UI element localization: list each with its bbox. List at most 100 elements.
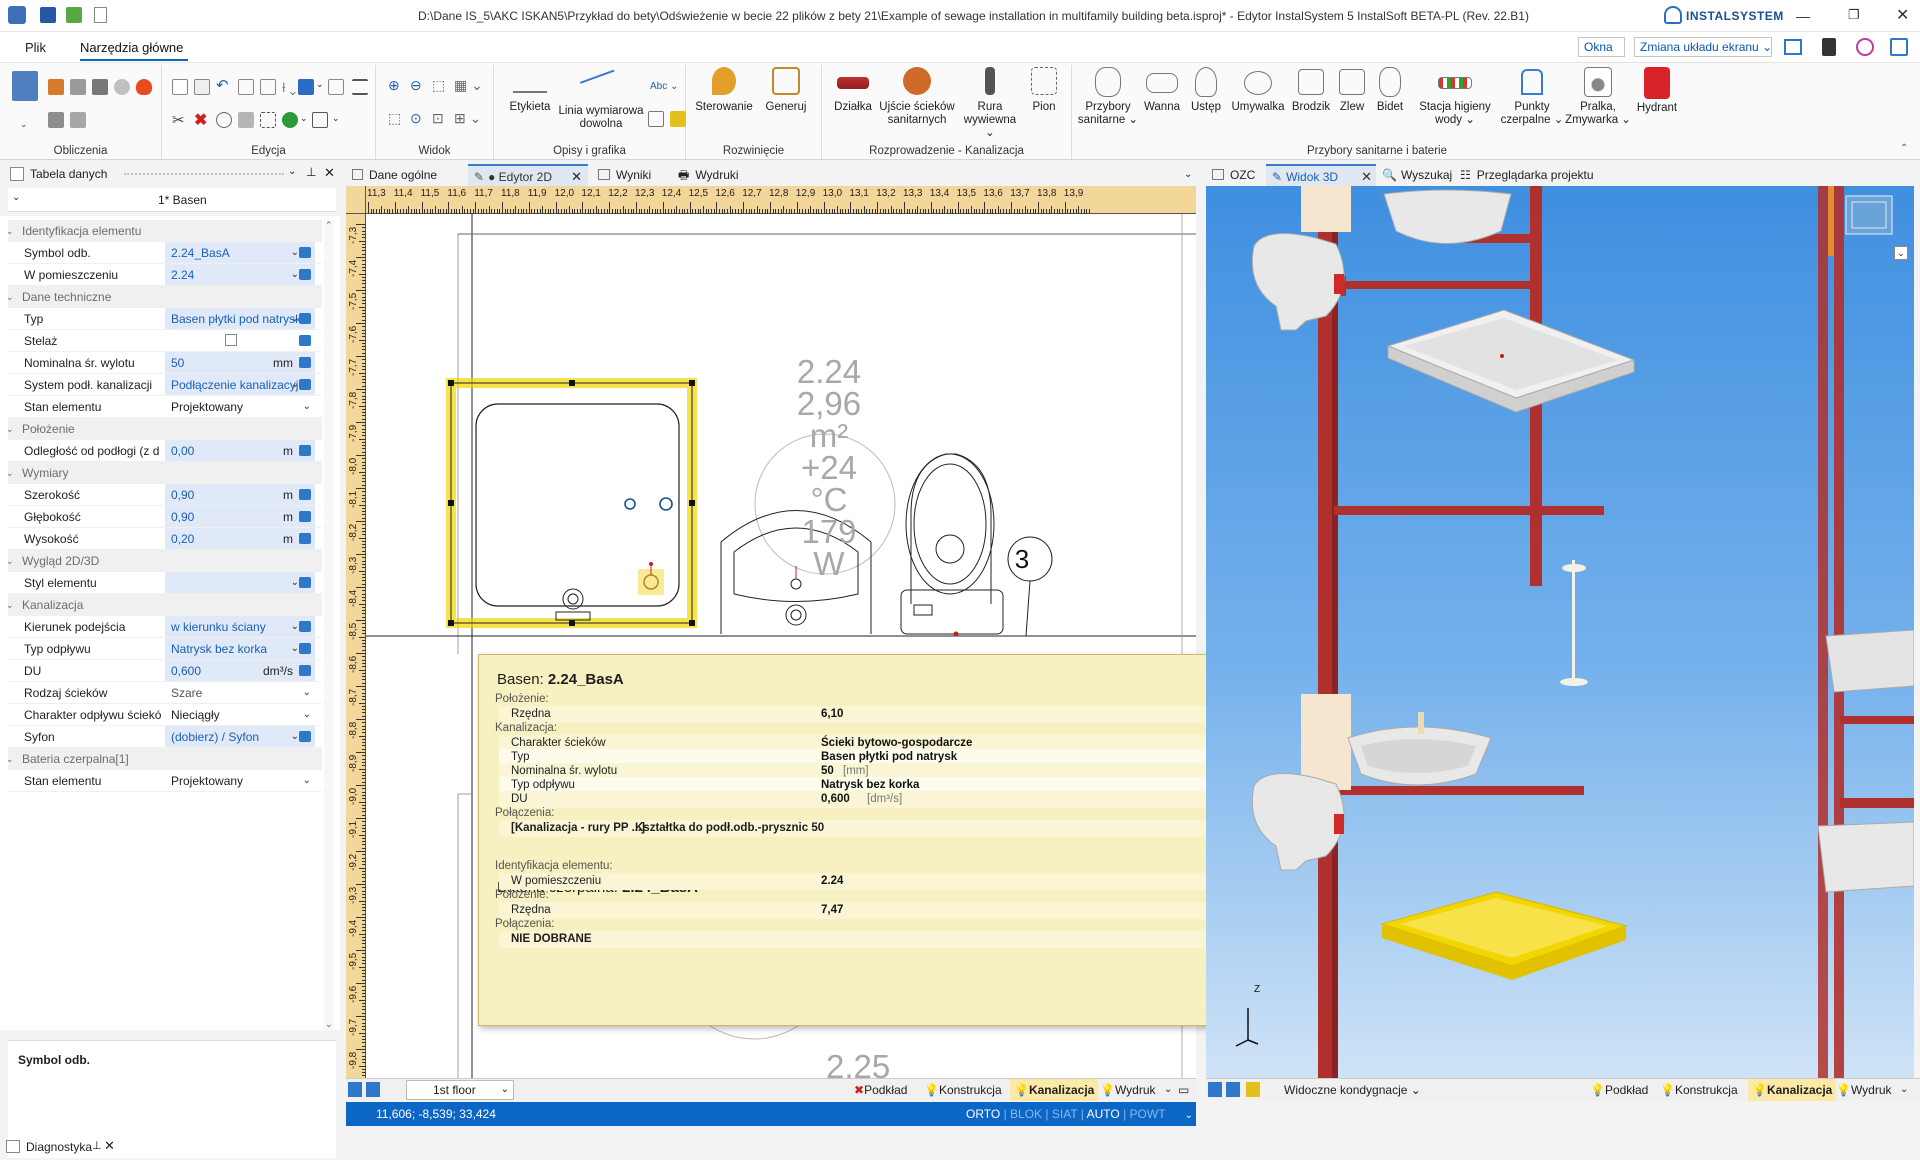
zoom-all-icon[interactable]: ▦ ⌄	[454, 77, 483, 94]
zoom-extent-icon[interactable]: ⊡	[432, 110, 444, 127]
windows-dropdown[interactable]: Okna ⌄	[1578, 37, 1625, 72]
move-up-icon[interactable]	[298, 79, 314, 95]
property-category[interactable]: ⌄ Identyfikacja elementu	[6, 220, 322, 242]
przybory-button[interactable]: Przybory sanitarne ⌄	[1076, 67, 1140, 127]
property-row[interactable]: Wysokość 0,20 m	[8, 528, 322, 550]
edit-icon[interactable]	[299, 731, 311, 742]
linia-wymiarowa-button[interactable]: Linia wymiarowa dowolna	[548, 67, 654, 131]
property-row[interactable]: Odległość od podłogi (z d 0,00 m	[8, 440, 322, 462]
lines-icon[interactable]	[352, 79, 368, 95]
chevron-down-icon[interactable]: ⌄	[291, 726, 299, 747]
mode-auto[interactable]: AUTO	[1087, 1107, 1120, 1121]
layer-konstrukcja[interactable]: 💡Konstrukcja	[924, 1079, 1002, 1101]
property-category[interactable]: ⌄ Dane techniczne	[6, 286, 322, 308]
property-value[interactable]: 0,00 m	[165, 440, 315, 461]
floor-down-icon[interactable]	[366, 1082, 380, 1097]
floor-up-icon[interactable]	[348, 1082, 362, 1097]
property-value[interactable]: 2.24 ⌄	[165, 264, 315, 285]
text-icon[interactable]	[328, 79, 344, 95]
layer-podklad[interactable]: ✖Podkład	[854, 1079, 907, 1101]
floor-up-icon[interactable]	[1208, 1082, 1222, 1097]
stacja-higieny-button[interactable]: Stacja higieny wody ⌄	[1410, 67, 1500, 127]
property-value[interactable]: w kierunku ściany ⌄	[165, 616, 315, 637]
delete-icon[interactable]: ✖	[194, 110, 207, 130]
property-value[interactable]: Nieciągły ⌄	[165, 704, 315, 725]
property-row[interactable]: Kierunek podejścia w kierunku ściany ⌄	[8, 616, 322, 638]
chevron-down-icon[interactable]: ⌄	[303, 770, 311, 791]
layout-icon[interactable]	[238, 79, 254, 95]
mode-powt[interactable]: POWT	[1130, 1107, 1166, 1121]
panel-menu-icon[interactable]: ⌄	[288, 166, 296, 177]
layers-dropdown-icon[interactable]: ⌄	[1164, 1079, 1172, 1101]
tab-edytor-2d[interactable]: ✎ ● Edytor 2D ✕	[468, 164, 588, 186]
property-row[interactable]: Syfon (dobierz) / Syfon ⌄	[8, 726, 322, 748]
zoom-in-icon[interactable]: ⊕	[388, 77, 400, 94]
view-options-icon[interactable]: ⊞ ⌄	[454, 110, 481, 127]
ujscie-button[interactable]: Ujście ścieków sanitarnych	[874, 67, 960, 127]
edit-icon[interactable]	[299, 643, 311, 654]
property-value[interactable]: Natrysk bez korka ⌄	[165, 638, 315, 659]
layer-kanalizacja[interactable]: 💡Kanalizacja	[1010, 1079, 1099, 1101]
close-button[interactable]: ✕	[1896, 5, 1909, 25]
property-value[interactable]: Podłączenie kanalizacyj ⌄	[165, 374, 315, 395]
toilet-symbol[interactable]	[910, 453, 992, 604]
property-row[interactable]: Stelaż	[8, 330, 322, 352]
calc-pipe-icon[interactable]	[92, 79, 108, 95]
edit-icon[interactable]	[299, 335, 311, 346]
paste-icon[interactable]	[194, 79, 210, 95]
zlew-button[interactable]: Zlew	[1334, 67, 1370, 114]
chevron-down-icon[interactable]: ⌄	[303, 704, 311, 725]
wanna-button[interactable]: Wanna	[1140, 67, 1184, 114]
chevron-down-icon[interactable]: ⌄	[303, 396, 311, 417]
chevron-down-icon[interactable]: ⌄	[291, 242, 299, 263]
property-category[interactable]: ⌄ Wymiary	[6, 462, 322, 484]
pralka-button[interactable]: Pralka, Zmywarka ⌄	[1564, 67, 1632, 127]
bidet-button[interactable]: Bidet	[1370, 67, 1410, 114]
layer-wydruk[interactable]: 💡Wydruk	[1100, 1079, 1156, 1101]
generuj-button[interactable]: Generuj	[756, 67, 816, 114]
property-category[interactable]: ⌄ Bateria czerpalna[1]	[6, 748, 322, 770]
help-icon[interactable]	[1890, 38, 1908, 56]
rotate-icon[interactable]	[216, 112, 232, 128]
restore-button[interactable]: ❐	[1848, 7, 1860, 23]
view3d-canvas[interactable]: Z ⌄	[1206, 186, 1914, 1078]
property-value[interactable]: (dobierz) / Syfon ⌄	[165, 726, 315, 747]
property-value[interactable]: 50 mm	[165, 352, 315, 373]
close-icon[interactable]: ✕	[104, 1138, 115, 1154]
refresh-icon[interactable]	[66, 7, 82, 23]
new-file-icon[interactable]	[94, 7, 107, 23]
mode-siat[interactable]: SIAT	[1052, 1107, 1078, 1121]
collapse-ribbon-icon[interactable]: ⌃	[1900, 143, 1908, 154]
tab-wyszukaj[interactable]: 🔍 Wyszukaj	[1376, 164, 1458, 186]
edit-icon[interactable]	[299, 379, 311, 390]
edit-icon[interactable]	[299, 577, 311, 588]
note-icon[interactable]	[670, 111, 686, 127]
color-icon[interactable]	[1856, 38, 1874, 56]
calc-icon[interactable]	[12, 71, 38, 101]
floor-down-icon[interactable]	[1226, 1082, 1240, 1097]
pion-button[interactable]: Pion	[1020, 67, 1068, 114]
chevron-down-icon[interactable]: ⌄	[291, 308, 299, 329]
copy-icon[interactable]	[172, 79, 188, 95]
fire-icon[interactable]	[136, 79, 152, 95]
abc-button[interactable]: Abc ⌄	[650, 81, 678, 92]
table-icon[interactable]	[648, 111, 664, 127]
floor-dropdown[interactable]: 1st floor ⌄	[406, 1080, 514, 1100]
chevron-down-icon[interactable]: ⌄	[291, 638, 299, 659]
chevron-down-icon[interactable]: ⌄	[291, 572, 299, 593]
grid-icon[interactable]	[260, 79, 276, 95]
property-row[interactable]: Charakter odpływu ściekó Nieciągły ⌄	[8, 704, 322, 726]
diagnostics-tab[interactable]: Diagnostyka ⊥ ✕	[0, 1134, 120, 1158]
layer-podklad-3d[interactable]: 💡Podkład	[1590, 1079, 1648, 1101]
object-selector[interactable]: ⌄ 1* Basen	[8, 188, 336, 212]
edit-icon[interactable]	[299, 357, 311, 368]
calc-building-icon[interactable]	[70, 79, 86, 95]
align-icon[interactable]: ⟊ ⌄	[282, 79, 296, 96]
tab-widok-3d[interactable]: ✎ Widok 3D ✕	[1266, 164, 1376, 186]
chevron-down-icon[interactable]: ⌄	[291, 616, 299, 637]
calc-heat-icon[interactable]	[48, 79, 64, 95]
cube-menu-icon[interactable]: ⌄	[1894, 246, 1908, 260]
tabs-overflow-icon[interactable]: ⌄	[1178, 164, 1198, 186]
property-row[interactable]: Głębokość 0,90 m	[8, 506, 322, 528]
property-row[interactable]: Nominalna śr. wylotu 50 mm	[8, 352, 322, 374]
